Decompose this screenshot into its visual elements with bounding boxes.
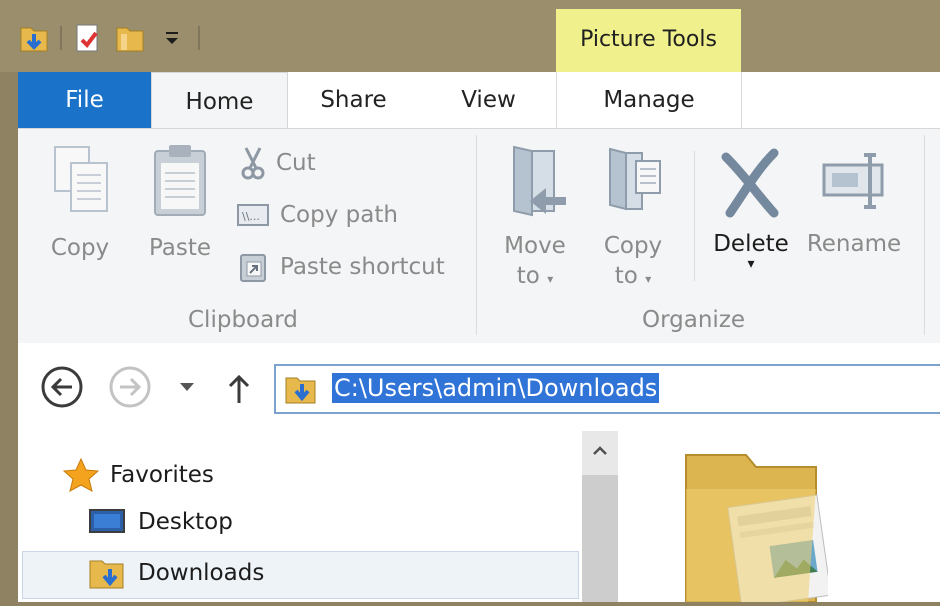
ribbon-tabs: File Home Share View Manage [18, 72, 940, 130]
forward-arrow-icon [109, 366, 151, 408]
rename-button[interactable]: Rename [804, 141, 904, 257]
move-to-label-line1: Move [504, 233, 566, 259]
move-to-dropdown-icon: ▾ [547, 272, 554, 286]
customize-qat-icon[interactable] [156, 21, 188, 55]
content-area: Favorites Desktop Downloads [18, 431, 940, 606]
copy-to-dropdown-icon: ▾ [645, 272, 652, 286]
picture-tools-contextual-group: Picture Tools [556, 9, 741, 72]
copy-to-icon [609, 147, 661, 211]
quick-access-toolbar [18, 18, 200, 58]
move-to-button[interactable]: Move to ▾ [492, 141, 578, 294]
qat-separator [60, 26, 62, 50]
address-bar-row: C:\Users\admin\Downloads [18, 343, 940, 431]
scrollbar-thumb[interactable] [582, 475, 618, 602]
paste-button[interactable]: Paste [140, 141, 220, 261]
organize-inner-separator [694, 151, 695, 281]
forward-button[interactable] [108, 365, 152, 409]
cut-button[interactable]: Cut [240, 145, 316, 181]
desktop-label: Desktop [138, 509, 233, 535]
folder-download-icon[interactable] [18, 21, 50, 55]
navigation-scrollbar[interactable] [582, 431, 618, 602]
qat-separator [198, 26, 200, 50]
group-separator [476, 135, 477, 335]
move-to-icon [513, 145, 566, 217]
paste-shortcut-label: Paste shortcut [280, 254, 445, 280]
delete-label: Delete [713, 231, 789, 257]
up-arrow-icon [228, 374, 250, 403]
copy-icon [54, 146, 108, 212]
nav-item-desktop[interactable]: Desktop [88, 507, 233, 537]
downloads-folder-icon [285, 377, 316, 404]
paste-shortcut-button[interactable]: Paste shortcut [238, 249, 445, 285]
picture-folder-icon [685, 454, 832, 606]
properties-icon[interactable] [72, 21, 104, 55]
paste-icon [154, 145, 206, 216]
nav-item-favorites[interactable]: Favorites [62, 457, 214, 493]
svg-text:\\...: \\... [242, 210, 260, 223]
paste-label: Paste [148, 235, 212, 261]
paste-shortcut-icon [240, 254, 266, 282]
tab-home[interactable]: Home [151, 72, 288, 130]
copy-to-label-line1: Copy [603, 233, 663, 259]
organize-group-label: Organize [642, 307, 746, 333]
back-arrow-icon [41, 366, 83, 408]
copy-path-icon: \\... [237, 204, 269, 226]
copy-path-button[interactable]: \\... Copy path [236, 197, 398, 233]
up-button[interactable] [224, 371, 254, 407]
delete-x-icon [721, 148, 779, 218]
scissors-icon [241, 147, 265, 180]
downloads-label: Downloads [138, 560, 265, 586]
ribbon-home: Copy Paste Cut \\... Copy path Paste sho… [18, 128, 940, 344]
file-item-folder-thumbnail[interactable] [678, 449, 832, 606]
rename-icon [822, 153, 884, 209]
copy-to-button[interactable]: Copy to ▾ [590, 141, 676, 294]
desktop-icon [89, 509, 125, 533]
delete-dropdown-icon[interactable]: ▾ [708, 257, 794, 271]
copy-button[interactable]: Copy [40, 141, 120, 261]
cut-label: Cut [276, 150, 316, 176]
clipboard-group-label: Clipboard [188, 307, 298, 333]
rename-label: Rename [806, 231, 902, 257]
downloads-folder-icon [89, 560, 124, 589]
chevron-up-icon [593, 446, 607, 455]
star-icon [62, 457, 100, 492]
chevron-down-icon [180, 383, 194, 391]
picture-tools-label: Picture Tools [580, 27, 717, 52]
address-path-text: C:\Users\admin\Downloads [332, 373, 660, 403]
group-separator [924, 135, 925, 335]
nav-item-downloads-content: Downloads [88, 555, 264, 591]
tab-share[interactable]: Share [286, 72, 421, 128]
copy-label: Copy [50, 235, 110, 261]
title-bar: Picture Tools [0, 0, 940, 72]
delete-button[interactable]: Delete ▾ [708, 141, 794, 271]
recent-locations-dropdown[interactable] [174, 377, 200, 397]
move-to-label-line2: to [516, 263, 540, 289]
back-button[interactable] [40, 365, 84, 409]
move-to-label: Move to ▾ [492, 231, 578, 294]
copy-to-label-line2: to [614, 263, 638, 289]
scroll-up-button[interactable] [590, 441, 610, 461]
copy-to-label: Copy to ▾ [590, 231, 676, 294]
copy-path-label: Copy path [280, 202, 398, 228]
address-input[interactable]: C:\Users\admin\Downloads [274, 364, 940, 414]
new-folder-icon[interactable] [114, 21, 146, 55]
tab-file[interactable]: File [18, 72, 151, 128]
tab-manage[interactable]: Manage [556, 72, 742, 128]
favorites-label: Favorites [110, 462, 214, 488]
tab-view[interactable]: View [421, 72, 556, 128]
